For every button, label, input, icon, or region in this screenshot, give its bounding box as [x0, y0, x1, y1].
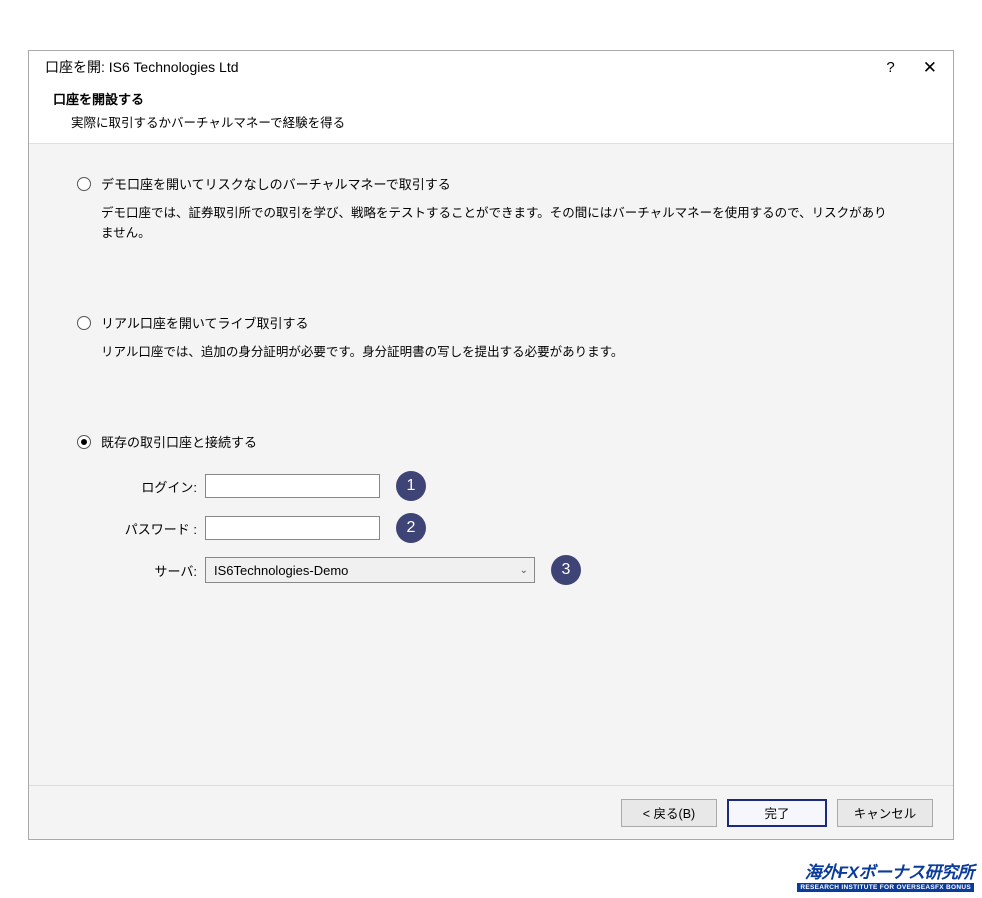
- radio-existing[interactable]: [77, 435, 91, 449]
- option-demo-label: デモ口座を開いてリスクなしのバーチャルマネーで取引する: [101, 174, 451, 193]
- body-area: デモ口座を開いてリスクなしのバーチャルマネーで取引する デモ口座では、証券取引所…: [29, 143, 953, 785]
- login-form: ログイン: 1 パスワード : 2 サーバ: IS6Technologies-D…: [77, 471, 905, 585]
- login-label: ログイン:: [105, 477, 205, 496]
- radio-demo[interactable]: [77, 177, 91, 191]
- badge-3: 3: [551, 555, 581, 585]
- password-input[interactable]: [205, 516, 380, 540]
- help-icon[interactable]: ?: [886, 59, 894, 76]
- close-icon[interactable]: ✕: [923, 59, 937, 76]
- password-label: パスワード :: [105, 519, 205, 538]
- cancel-button[interactable]: キャンセル: [837, 799, 933, 827]
- option-real-desc: リアル口座では、追加の身分証明が必要です。身分証明書の写しを提出する必要がありま…: [77, 342, 887, 362]
- header-area: 口座を開設する 実際に取引するかバーチャルマネーで経験を得る: [29, 83, 953, 143]
- server-select[interactable]: IS6Technologies-Demo ⌄: [205, 557, 535, 583]
- back-button[interactable]: < 戻る(B): [621, 799, 717, 827]
- footer: < 戻る(B) 完了 キャンセル: [29, 785, 953, 839]
- watermark-subtitle: RESEARCH INSTITUTE FOR OVERSEASFX BONUS: [797, 883, 974, 892]
- window-title: 口座を開: IS6 Technologies Ltd: [45, 57, 239, 77]
- watermark: 海外FXボーナス研究所 RESEARCH INSTITUTE FOR OVERS…: [797, 858, 974, 892]
- dialog-window: 口座を開: IS6 Technologies Ltd ? ✕ 口座を開設する 実…: [28, 50, 954, 840]
- server-value: IS6Technologies-Demo: [214, 563, 348, 578]
- titlebar: 口座を開: IS6 Technologies Ltd ? ✕: [29, 51, 953, 83]
- option-demo-desc: デモ口座では、証券取引所での取引を学び、戦略をテストすることができます。その間に…: [77, 203, 887, 243]
- finish-button[interactable]: 完了: [727, 799, 827, 827]
- radio-real[interactable]: [77, 316, 91, 330]
- chevron-down-icon: ⌄: [520, 565, 528, 576]
- header-subtitle: 実際に取引するかバーチャルマネーで経験を得る: [53, 112, 929, 131]
- login-input[interactable]: [205, 474, 380, 498]
- option-real-label: リアル口座を開いてライブ取引する: [101, 313, 308, 332]
- option-real: リアル口座を開いてライブ取引する リアル口座では、追加の身分証明が必要です。身分…: [77, 313, 905, 362]
- option-existing-label: 既存の取引口座と接続する: [101, 432, 257, 451]
- option-demo: デモ口座を開いてリスクなしのバーチャルマネーで取引する デモ口座では、証券取引所…: [77, 174, 905, 243]
- badge-1: 1: [396, 471, 426, 501]
- titlebar-actions: ? ✕: [886, 59, 937, 76]
- server-label: サーバ:: [105, 561, 205, 580]
- header-title: 口座を開設する: [53, 89, 929, 108]
- option-existing: 既存の取引口座と接続する ログイン: 1 パスワード : 2 サーバ: IS6T…: [77, 432, 905, 585]
- badge-2: 2: [396, 513, 426, 543]
- watermark-title: 海外FXボーナス研究所: [797, 858, 974, 883]
